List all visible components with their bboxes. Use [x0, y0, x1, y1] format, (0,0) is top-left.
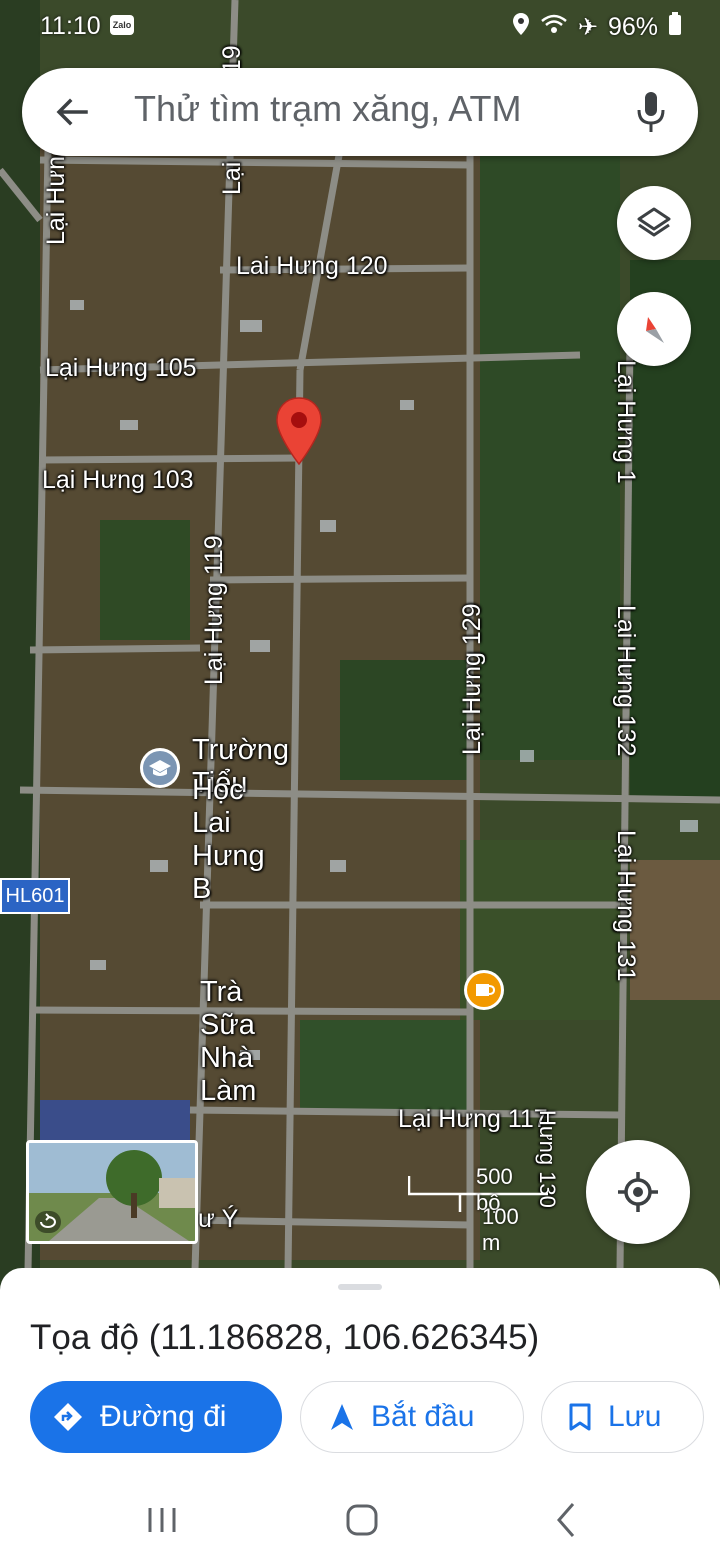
road-label: Lại Hưng 129 [458, 603, 486, 755]
school-name-line2: Học Lai Hưng B [192, 774, 265, 905]
road-label: Lại Hưng 132 [612, 605, 640, 757]
school-icon [140, 748, 180, 788]
compass-button[interactable] [617, 292, 691, 366]
clock: 11:10 [40, 12, 101, 40]
sheet-drag-handle[interactable] [338, 1284, 382, 1290]
cafe-name: Trà Sữa Nhà Làm [200, 976, 257, 1107]
directions-label: Đường đi [100, 1400, 227, 1433]
road-label: ư Ý [198, 1205, 239, 1233]
my-location-button[interactable] [586, 1140, 690, 1244]
home-icon [346, 1504, 378, 1536]
road-label: Lại Hưng 117 [398, 1105, 548, 1133]
street-view-thumbnail[interactable] [26, 1140, 198, 1244]
location-status-icon [512, 12, 530, 43]
location-pin[interactable] [274, 396, 324, 466]
home-button[interactable] [340, 1498, 384, 1542]
layers-button[interactable] [617, 186, 691, 260]
wifi-icon [540, 13, 568, 42]
status-bar: 11:10 Zalo ✈ 96% [0, 0, 720, 52]
satellite-map[interactable]: Lại Hưng Lại Hưng 119 Lai Hưng 120 Lại H… [0, 0, 720, 1290]
road-label: Lại Hưng 119 [200, 535, 228, 685]
compass-icon [646, 317, 664, 343]
battery-icon [668, 12, 682, 43]
scale-bottom-label: 100 m [482, 1204, 519, 1255]
directions-icon [54, 1403, 82, 1431]
search-input[interactable]: Thử tìm trạm xăng, ATM [134, 88, 522, 130]
microphone-icon[interactable] [636, 90, 666, 134]
system-navigation-bar [0, 1480, 720, 1560]
street-view-rotate-icon [35, 1211, 61, 1233]
start-label: Bắt đầu [371, 1400, 475, 1433]
cafe-icon [464, 970, 504, 1010]
coordinates-title: Tọa độ (11.186828, 106.626345) [30, 1318, 540, 1357]
recent-apps-button[interactable] [140, 1500, 184, 1540]
navigation-arrow-icon [331, 1404, 353, 1430]
bookmark-icon [569, 1403, 591, 1431]
battery-percent: 96% [607, 13, 658, 41]
road-label: Lại Hưng 105 [45, 354, 197, 382]
road-label: Lại Hưng 1 [612, 360, 640, 484]
layers-icon [637, 207, 671, 237]
back-chevron-icon [557, 1503, 575, 1537]
route-badge: HL601 [0, 878, 70, 914]
back-arrow-icon[interactable] [50, 90, 94, 134]
recent-apps-icon [148, 1508, 176, 1532]
back-button[interactable] [545, 1498, 589, 1542]
airplane-mode-icon: ✈ [577, 14, 598, 41]
save-button[interactable]: Lưu [541, 1381, 704, 1453]
zalo-notification-icon: Zalo [110, 15, 134, 35]
my-location-icon [618, 1172, 658, 1212]
road-label: Lai Hưng 120 [236, 252, 388, 280]
directions-button[interactable]: Đường đi [30, 1381, 282, 1453]
road-label: Lại Hưng 131 [612, 830, 640, 982]
save-label: Lưu [608, 1400, 662, 1433]
road-label: Lại Hưng [42, 142, 70, 245]
search-bar[interactable]: Thử tìm trạm xăng, ATM [22, 68, 698, 156]
road-label: Lại Hưng 103 [42, 466, 194, 494]
start-button[interactable]: Bắt đầu [300, 1381, 524, 1453]
